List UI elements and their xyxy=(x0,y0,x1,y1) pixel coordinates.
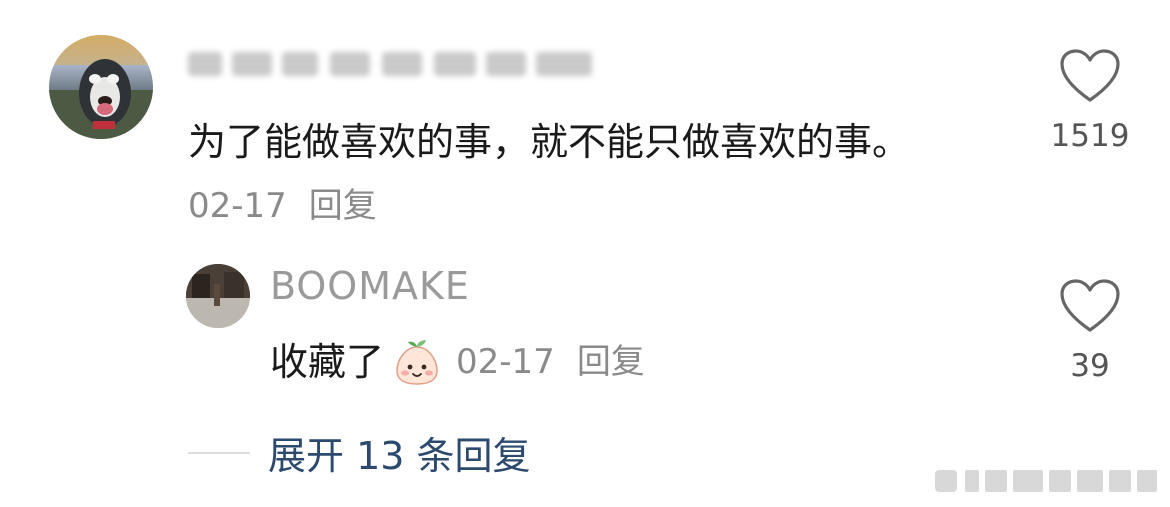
expand-replies-link[interactable]: 展开 13 条回复 xyxy=(268,425,531,480)
like-count: 1519 xyxy=(1050,118,1130,154)
comment-body: 为了能做喜欢的事，就不能只做喜欢的事。 02-17 回复 xyxy=(188,111,978,237)
watermark-logo xyxy=(935,470,1157,492)
dog-photo-icon xyxy=(49,35,153,139)
commenter-username-blurred[interactable] xyxy=(188,44,598,80)
reply-text: 收藏了 xyxy=(270,340,385,384)
street-photo-icon xyxy=(186,264,250,328)
reply-reply-button[interactable]: 回复 xyxy=(577,332,645,392)
comment-text: 为了能做喜欢的事，就不能只做喜欢的事。 xyxy=(188,120,911,164)
reply-body: 收藏了 02-17 回复 xyxy=(270,332,645,392)
reply-avatar[interactable] xyxy=(186,264,250,328)
blushing-face-emoji-icon xyxy=(396,340,438,385)
heart-icon xyxy=(1060,49,1120,102)
like-button[interactable]: 1519 xyxy=(1050,48,1130,154)
reply-button[interactable]: 回复 xyxy=(309,186,377,226)
heart-icon xyxy=(1060,279,1120,332)
comment-date: 02-17 xyxy=(188,186,287,226)
reply-date: 02-17 xyxy=(456,342,555,382)
reply-like-count: 39 xyxy=(1070,348,1110,384)
commenter-avatar[interactable] xyxy=(49,35,153,139)
reply-like-button[interactable]: 39 xyxy=(1052,278,1128,384)
reply-username[interactable]: BOOMAKE xyxy=(270,264,470,308)
expand-divider xyxy=(188,452,250,454)
